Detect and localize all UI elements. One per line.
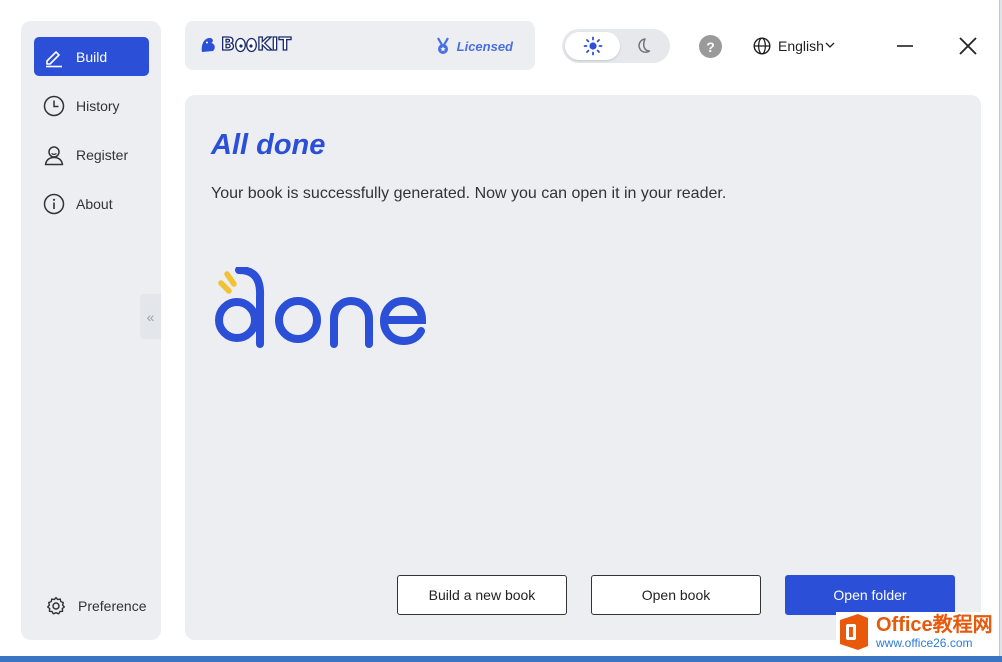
sidebar-item-label: About: [76, 195, 113, 212]
app-logo: B KIT: [199, 33, 292, 56]
main-panel: All done Your book is successfully gener…: [185, 95, 981, 640]
sidebar-item-about[interactable]: About: [34, 184, 149, 223]
theme-dark-option[interactable]: [632, 36, 654, 56]
close-icon: [959, 37, 977, 55]
help-button[interactable]: ?: [699, 35, 722, 58]
sidebar-item-label: Build: [76, 48, 108, 65]
chevron-down-icon: [825, 40, 835, 52]
license-badge: Licensed: [435, 37, 513, 55]
moon-icon: [638, 38, 651, 53]
close-button[interactable]: [956, 34, 980, 58]
sidebar-item-label: Register: [76, 146, 129, 163]
minimize-icon: [897, 45, 913, 47]
bookit-mascot-icon: [201, 37, 215, 52]
clock-icon: [42, 94, 66, 118]
sun-icon: [583, 36, 602, 56]
pencil-icon: [42, 45, 66, 69]
double-chevron-left-icon: «: [146, 308, 155, 325]
site-watermark: Office教程网 www.office26.com: [836, 612, 993, 652]
sidebar-item-label: Preference: [78, 597, 147, 614]
open-folder-button[interactable]: Open folder: [785, 575, 955, 615]
globe-icon: [753, 37, 771, 55]
sidebar-item-label: History: [76, 97, 120, 114]
success-message: Your book is successfully generated. Now…: [211, 185, 727, 202]
sidebar-item-preference[interactable]: Preference: [24, 586, 152, 625]
gear-icon: [44, 594, 68, 618]
watermark-url: www.office26.com: [876, 636, 973, 650]
sidebar-collapse-button[interactable]: «: [140, 294, 161, 339]
minimize-button[interactable]: [893, 34, 917, 58]
sidebar-item-build[interactable]: Build: [34, 37, 149, 76]
theme-toggle[interactable]: [562, 29, 670, 63]
page-title: All done: [211, 129, 326, 161]
info-icon: [42, 192, 66, 216]
done-illustration: [213, 266, 433, 362]
user-icon: [42, 143, 66, 167]
watermark-title: Office教程网: [876, 614, 993, 636]
theme-light-option[interactable]: [565, 32, 620, 60]
license-label: Licensed: [456, 38, 513, 54]
office-logo-icon: [840, 614, 868, 650]
sidebar-item-register[interactable]: Register: [34, 135, 149, 174]
open-book-button[interactable]: Open book: [591, 575, 761, 615]
sidebar-item-history[interactable]: History: [34, 86, 149, 125]
medal-icon: [436, 37, 449, 54]
language-selector[interactable]: English: [753, 37, 835, 55]
question-icon: ?: [706, 38, 715, 55]
language-label: English: [778, 38, 824, 54]
build-new-book-button[interactable]: Build a new book: [397, 575, 567, 615]
app-window: Build History Register About Preference: [0, 0, 1000, 662]
brand-bar: B KIT Licensed: [185, 21, 535, 70]
desktop-taskbar-strip: [0, 656, 1002, 662]
eyes-icon: [235, 37, 258, 52]
